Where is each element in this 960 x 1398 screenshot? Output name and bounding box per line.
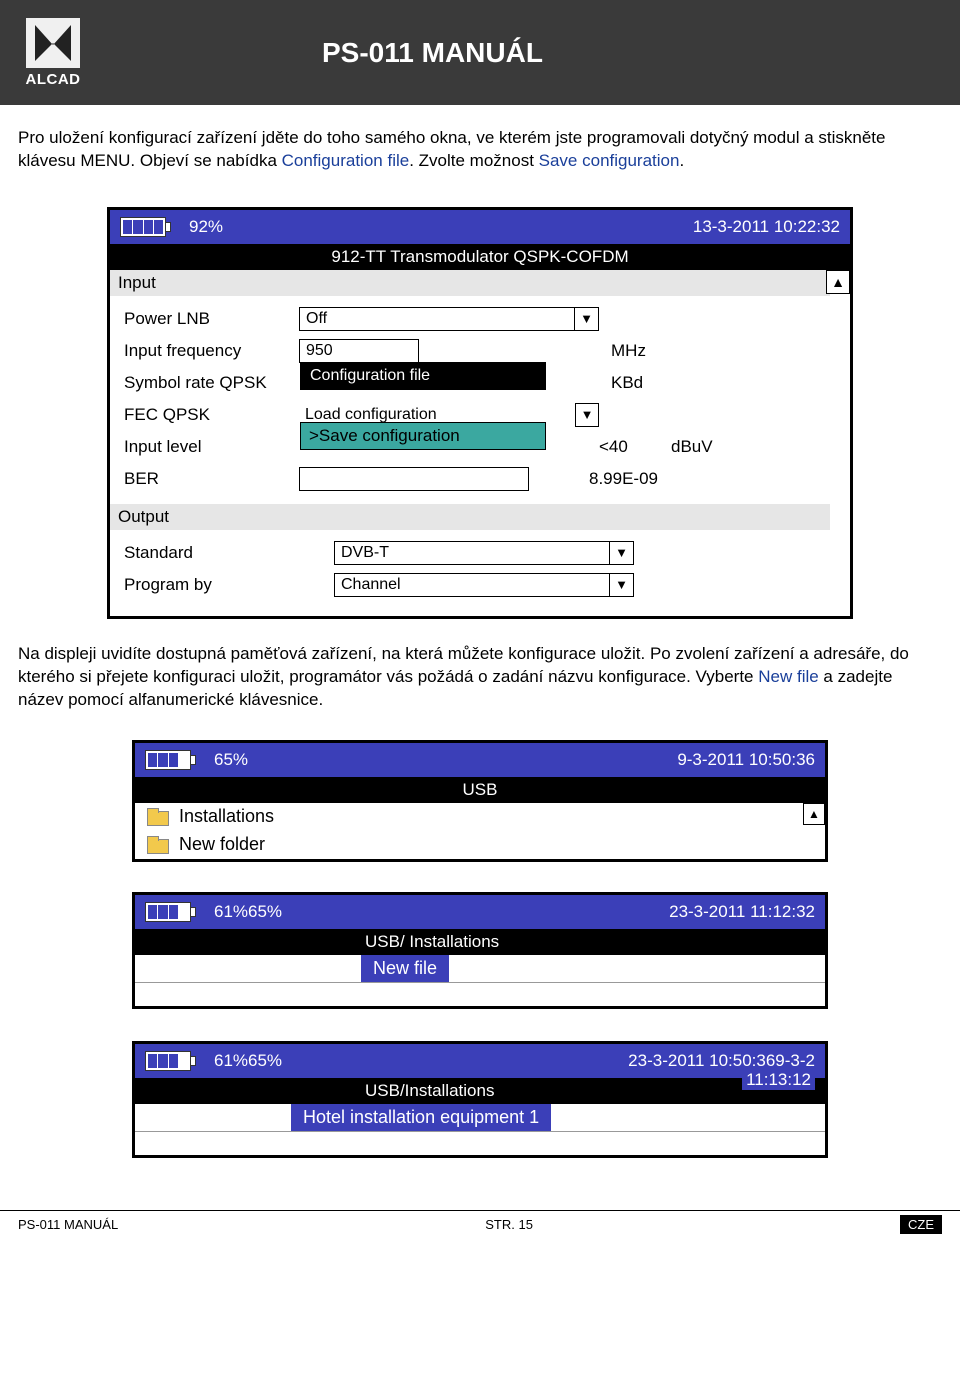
row-power-lnb: Power LNB Off ▼ bbox=[124, 304, 816, 334]
section-header-output: Output bbox=[110, 504, 830, 530]
status-datetime: 23-3-2011 11:12:32 bbox=[669, 902, 815, 922]
folder-label: Installations bbox=[179, 806, 274, 827]
dropdown-button[interactable]: ▼ bbox=[610, 541, 634, 565]
folder-icon bbox=[147, 837, 169, 853]
brand-logo: ALCAD bbox=[14, 18, 92, 88]
page-header: ALCAD PS-011 MANUÁL bbox=[0, 0, 960, 105]
value-input-level: <40 bbox=[599, 437, 659, 457]
folder-icon bbox=[147, 809, 169, 825]
footer-left: PS-011 MANUÁL bbox=[18, 1217, 118, 1232]
battery-percent: 61%65% bbox=[214, 1051, 282, 1071]
device-screen-usb-filename: 61%65% 23-3-2011 10:50:369-3-2 USB/Insta… bbox=[132, 1041, 828, 1158]
battery-icon bbox=[145, 902, 196, 922]
text: . bbox=[679, 151, 684, 170]
row-standard: Standard DVB-T ▼ bbox=[124, 538, 816, 568]
footer-center: STR. 15 bbox=[485, 1217, 533, 1232]
unit-dbuv: dBuV bbox=[671, 437, 713, 457]
page-footer: PS-011 MANUÁL STR. 15 CZE bbox=[0, 1210, 960, 1246]
status-bar: 61%65% 23-3-2011 10:50:369-3-2 bbox=[135, 1044, 825, 1078]
section-header-input: Input bbox=[110, 270, 830, 296]
device-title-bar: 912-TT Transmodulator QSPK-COFDM bbox=[110, 244, 850, 270]
path-text: USB/Installations bbox=[365, 1081, 494, 1101]
field-ber[interactable] bbox=[299, 467, 529, 491]
brand-name: ALCAD bbox=[26, 71, 81, 88]
status-bar: 61%65% 23-3-2011 11:12:32 bbox=[135, 895, 825, 929]
folder-list: ▲ Installations New folder bbox=[135, 803, 825, 859]
text: . Zvolte možnost bbox=[409, 151, 538, 170]
status-bar: 65% 9-3-2011 10:50:36 bbox=[135, 743, 825, 777]
alcad-logo-icon bbox=[26, 18, 80, 68]
list-area: New file bbox=[135, 955, 825, 982]
field-input-frequency[interactable]: 950 bbox=[299, 339, 419, 363]
field-standard[interactable]: DVB-T bbox=[334, 541, 610, 565]
row-ber: BER 8.99E-09 bbox=[124, 464, 816, 494]
battery-icon bbox=[120, 217, 171, 237]
status-datetime: 9-3-2011 10:50:36 bbox=[677, 750, 815, 770]
label-standard: Standard bbox=[124, 543, 334, 563]
menu-option-save-configuration[interactable]: >Save configuration bbox=[300, 422, 546, 450]
dropdown-button[interactable]: ▼ bbox=[575, 403, 599, 427]
empty-row bbox=[135, 982, 825, 1006]
device-screen-usb-installations: 61%65% 23-3-2011 11:12:32 USB/ Installat… bbox=[132, 892, 828, 1009]
battery-percent: 65% bbox=[214, 750, 248, 770]
path-text: USB/ Installations bbox=[365, 932, 499, 952]
row-program-by: Program by Channel ▼ bbox=[124, 570, 816, 600]
battery-icon bbox=[145, 1051, 196, 1071]
path-bar: USB/ Installations bbox=[135, 929, 825, 955]
unit-mhz: MHz bbox=[611, 341, 646, 361]
text-highlight: Configuration file bbox=[282, 151, 410, 170]
status-datetime: 13-3-2011 10:22:32 bbox=[693, 217, 840, 237]
path-bar: USB/Installations 11:13:12 bbox=[135, 1078, 825, 1104]
folder-item[interactable]: New folder bbox=[135, 831, 825, 859]
label-power-lnb: Power LNB bbox=[124, 309, 299, 329]
label-fec: FEC QPSK bbox=[124, 405, 299, 425]
selected-filename[interactable]: Hotel installation equipment 1 bbox=[291, 1104, 551, 1131]
dropdown-button[interactable]: ▼ bbox=[610, 573, 634, 597]
intro-paragraph: Pro uložení konfigurací zařízení jděte d… bbox=[18, 127, 942, 173]
device-screen-usb-root: 65% 9-3-2011 10:50:36 USB ▲ Installation… bbox=[132, 740, 828, 862]
label-input-frequency: Input frequency bbox=[124, 341, 299, 361]
value-ber: 8.99E-09 bbox=[589, 469, 658, 489]
text-highlight: Save configuration bbox=[539, 151, 680, 170]
unit-kbd: KBd bbox=[611, 373, 643, 393]
battery-percent: 61%65% bbox=[214, 902, 282, 922]
folder-label: New folder bbox=[179, 834, 265, 855]
selected-item-new-file[interactable]: New file bbox=[361, 955, 449, 982]
list-area: Hotel installation equipment 1 bbox=[135, 1104, 825, 1131]
status-datetime-2: 11:13:12 bbox=[742, 1070, 815, 1090]
label-input-level: Input level bbox=[124, 437, 299, 457]
footer-right: CZE bbox=[900, 1215, 942, 1234]
device-screen-config: 92% 13-3-2011 10:22:32 912-TT Transmodul… bbox=[107, 207, 853, 619]
status-bar: 92% 13-3-2011 10:22:32 bbox=[110, 210, 850, 244]
field-power-lnb[interactable]: Off bbox=[299, 307, 575, 331]
folder-item[interactable]: Installations bbox=[135, 803, 825, 831]
scroll-up-button[interactable]: ▲ bbox=[803, 803, 825, 825]
field-program-by[interactable]: Channel bbox=[334, 573, 610, 597]
label-symbol-rate: Symbol rate QPSK bbox=[124, 373, 299, 393]
dropdown-button[interactable]: ▼ bbox=[575, 307, 599, 331]
battery-percent: 92% bbox=[189, 217, 223, 237]
label-program-by: Program by bbox=[124, 575, 334, 595]
menu-popup-title: Configuration file bbox=[300, 362, 546, 390]
page-title: PS-011 MANUÁL bbox=[322, 37, 543, 69]
paragraph-2: Na displeji uvidíte dostupná paměťová za… bbox=[18, 643, 942, 712]
status-datetime-1: 23-3-2011 10:50:369-3-2 bbox=[628, 1051, 815, 1071]
battery-icon bbox=[145, 750, 196, 770]
path-bar: USB bbox=[135, 777, 825, 803]
text-highlight: New file bbox=[758, 667, 818, 686]
scroll-up-button[interactable]: ▲ bbox=[826, 270, 850, 294]
label-ber: BER bbox=[124, 469, 299, 489]
empty-row bbox=[135, 1131, 825, 1155]
